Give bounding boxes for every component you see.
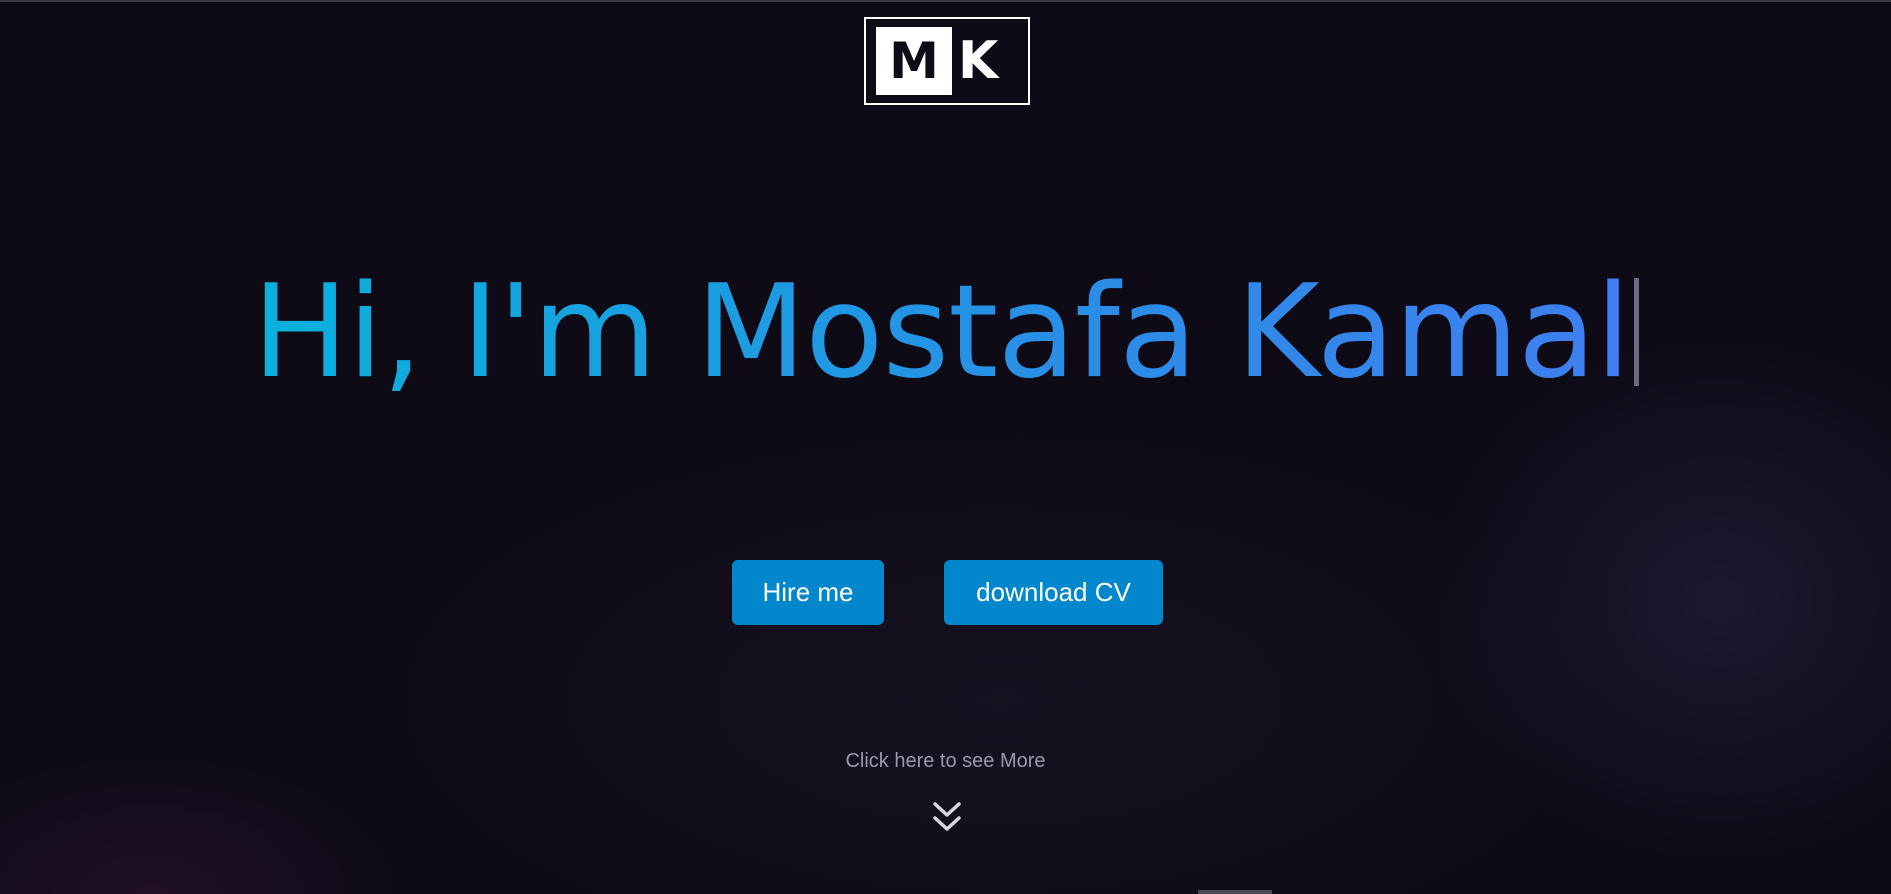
site-logo[interactable]: M K <box>864 17 1030 105</box>
logo-letter-m: M <box>876 27 952 95</box>
hero-title-text: Hi, I'm Mostafa Kamal <box>252 258 1631 407</box>
landing-page: M K Hi, I'm Mostafa Kamal Hire me downlo… <box>0 0 1891 894</box>
typing-caret <box>1633 278 1639 386</box>
chevron-double-down-icon[interactable] <box>930 800 964 836</box>
download-cv-button[interactable]: download CV <box>944 560 1163 625</box>
see-more-link[interactable]: Click here to see More <box>0 750 1891 773</box>
scrollbar-indicator[interactable] <box>1198 890 1272 894</box>
hire-me-button[interactable]: Hire me <box>732 560 884 625</box>
hero-heading: Hi, I'm Mostafa Kamal <box>0 258 1891 408</box>
logo-letter-k: K <box>958 31 999 91</box>
top-border <box>0 0 1891 2</box>
